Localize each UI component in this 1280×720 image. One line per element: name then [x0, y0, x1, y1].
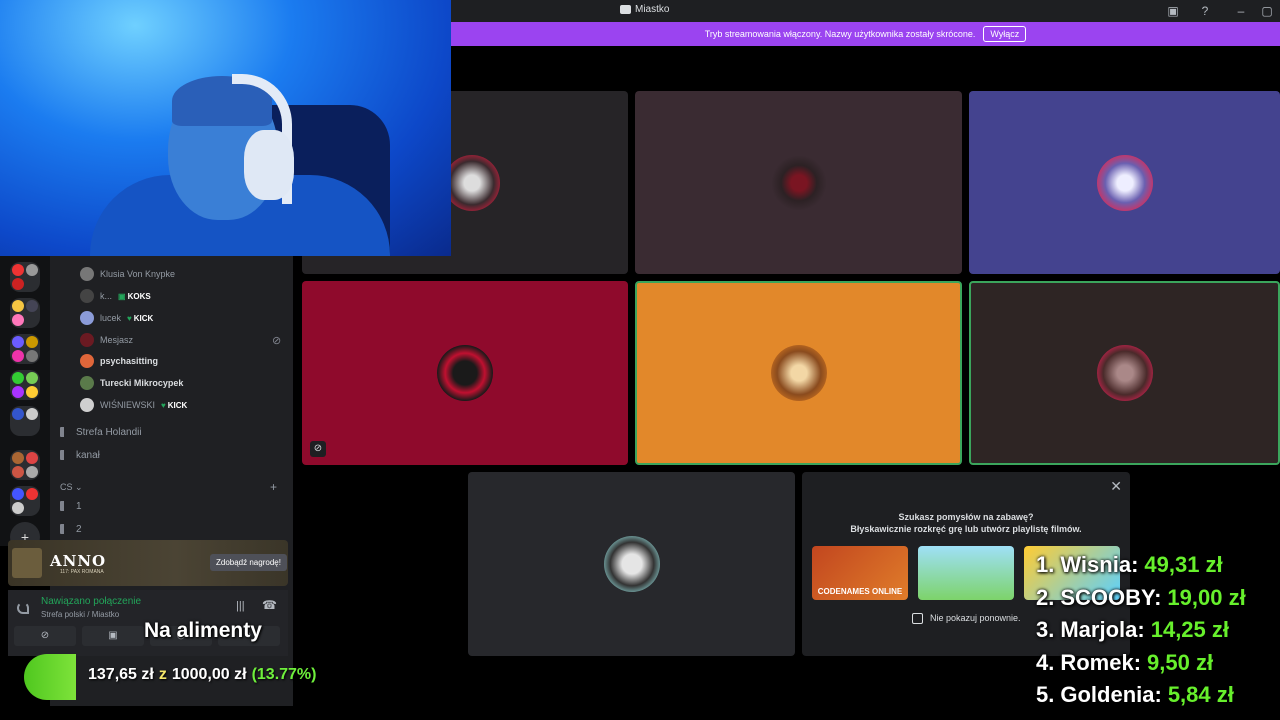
voice-status[interactable]: Nawiązano połączenie: [41, 596, 141, 607]
category-cs[interactable]: CS ⌄: [60, 482, 83, 493]
add-channel-icon[interactable]: +: [270, 480, 277, 494]
window-title-text: Miastko: [635, 4, 670, 15]
leaderboard-row: 3. Marjola: 14,25 zł: [1036, 617, 1229, 643]
participant-avatar: [603, 536, 660, 592]
disconnect-icon[interactable]: ☎: [262, 598, 277, 612]
server-icon[interactable]: [10, 406, 40, 436]
voice-user[interactable]: psychasitting: [80, 352, 158, 370]
locked-speaker-icon: [60, 501, 70, 511]
donor-leaderboard: 1. Wisnia: 49,31 zł 2. SCOOBY: 19,00 zł 3. Ma…: [1036, 549, 1276, 712]
goal-progress-text: 137,65 zł z 1000,00 zł (13.77%): [88, 666, 316, 684]
promo-title: ANNO: [50, 552, 107, 570]
promo-subtitle: 117: PAX ROMANA: [60, 569, 104, 575]
camera-off-button[interactable]: ⊘: [14, 626, 76, 646]
window-title: Miastko: [620, 4, 669, 15]
screen-share-button[interactable]: ▣: [82, 626, 144, 646]
server-icon[interactable]: [10, 298, 40, 328]
inbox-icon[interactable]: ▣: [1166, 4, 1180, 18]
voice-channel-kanal[interactable]: kanał: [60, 446, 100, 464]
streamer-mode-banner: Tryb streamowania włączony. Nazwy użytko…: [451, 22, 1280, 46]
discord-icon: [620, 5, 631, 14]
avatar: [80, 354, 94, 368]
participant-tile[interactable]: [635, 91, 962, 274]
activity-heading: Szukasz pomysłów na zabawę?: [898, 512, 1034, 522]
participant-tile[interactable]: [468, 472, 795, 656]
participant-avatar: [437, 345, 493, 401]
participant-tile[interactable]: ⊘: [302, 281, 628, 465]
server-icon[interactable]: [10, 486, 40, 516]
voice-channel-1[interactable]: 1: [60, 497, 82, 515]
goal-target: 1000,00 zł: [171, 666, 247, 683]
muted-mic-icon: ⊘: [310, 441, 326, 457]
voice-user[interactable]: Klusia Von Knypke: [80, 265, 175, 283]
goal-current: 137,65 zł: [88, 666, 154, 683]
leaderboard-row: 2. SCOOBY: 19,00 zł: [1036, 584, 1246, 610]
close-icon[interactable]: ✕: [1110, 478, 1122, 495]
dont-show-again-label: Nie pokazuj ponownie.: [930, 613, 1021, 623]
speaker-icon: [60, 427, 70, 437]
activity-game[interactable]: [918, 546, 1014, 600]
disable-streamer-mode-button[interactable]: Wyłącz: [983, 26, 1027, 42]
game-art: [12, 548, 42, 578]
leaderboard-row: 4. Romek: 9,50 zł: [1036, 649, 1214, 675]
minimize-button[interactable]: –: [1234, 4, 1248, 18]
banner-text: Tryb streamowania włączony. Nazwy użytko…: [704, 29, 976, 39]
participant-tile-speaking[interactable]: [969, 281, 1280, 465]
voice-user[interactable]: Mesjasz: [80, 331, 133, 349]
leaderboard-row: 1. Wisnia: 49,31 zł: [1036, 552, 1223, 578]
goal-percent: (13.77%): [251, 666, 317, 683]
dont-show-again-checkbox[interactable]: [912, 613, 923, 624]
voice-channel-2[interactable]: 2: [60, 520, 82, 538]
kick-badge: ♥ KICK: [161, 400, 188, 410]
claim-reward-button[interactable]: Zdobądź nagrodę!: [210, 554, 287, 571]
locked-speaker-icon: [60, 524, 70, 534]
help-icon[interactable]: ?: [1198, 4, 1212, 18]
goal-title: Na alimenty: [144, 619, 262, 642]
webcam-overlay: [0, 0, 451, 256]
goal-progress-bar: [24, 654, 76, 700]
headphones-cup: [244, 130, 294, 200]
heart-icon: ♥: [127, 313, 132, 323]
participant-tile-speaking[interactable]: [635, 281, 962, 465]
participant-avatar: [1096, 154, 1153, 211]
heart-icon: ♥: [161, 400, 166, 410]
participant-avatar: [770, 345, 827, 401]
voice-location: Strefa polski / Miastko: [41, 610, 120, 619]
maximize-button[interactable]: ▢: [1260, 4, 1274, 18]
muted-mic-icon: ⊘: [272, 335, 282, 347]
avatar: [80, 398, 94, 412]
participant-avatar: [444, 154, 500, 211]
speaker-icon: [60, 450, 70, 460]
game-promo-banner[interactable]: ANNO 117: PAX ROMANA Zdobądź nagrodę!: [8, 540, 288, 586]
kick-badge: ♥ KICK: [127, 313, 154, 323]
activity-codenames[interactable]: CODENAMES ONLINE: [812, 546, 908, 600]
server-icon[interactable]: [10, 262, 40, 292]
heart-icon: ▣: [118, 291, 126, 301]
voice-channel-strefa-holandii[interactable]: Strefa Holandii: [60, 423, 142, 441]
signal-icon: [17, 602, 29, 614]
voice-user[interactable]: lucek ♥ KICK: [80, 309, 153, 327]
avatar: [80, 289, 94, 303]
noise-suppression-icon[interactable]: |||: [236, 600, 245, 612]
voice-user[interactable]: Turecki Mikrocypek: [80, 374, 183, 392]
avatar: [80, 333, 94, 347]
participant-avatar: [770, 154, 827, 211]
koks-badge: ▣ KOKS: [118, 291, 151, 301]
server-list: +: [0, 256, 50, 552]
server-icon[interactable]: [10, 370, 40, 400]
participant-avatar: [1096, 345, 1153, 401]
leaderboard-row: 5. Goldenia: 5,84 zł: [1036, 682, 1234, 708]
server-icon[interactable]: [10, 334, 40, 364]
voice-user[interactable]: k... ▣ KOKS: [80, 287, 151, 305]
avatar: [80, 376, 94, 390]
participant-tile[interactable]: [969, 91, 1280, 274]
server-icon[interactable]: [10, 450, 40, 480]
goal-separator: z: [158, 666, 167, 683]
avatar: [80, 311, 94, 325]
voice-user[interactable]: WIŚNIEWSKI ♥ KICK: [80, 396, 187, 414]
avatar: [80, 267, 94, 281]
activity-description: Błyskawicznie rozkręć grę lub utwórz pla…: [850, 524, 1082, 534]
